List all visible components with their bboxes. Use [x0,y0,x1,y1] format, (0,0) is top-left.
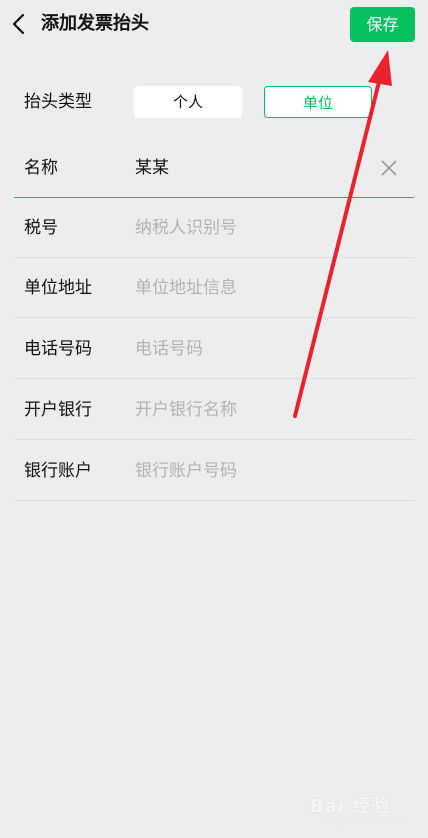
header-bar: 添加发票抬头 保存 [0,0,428,50]
watermark-text: Bai 经验 [310,796,391,817]
field-row-account[interactable]: 银行账户 银行账户号码 [14,441,414,501]
watermark-subtext: jingyan.baidu.com [324,816,408,826]
title-type-row: 抬头类型 个人 单位 [0,76,428,128]
field-divider [14,378,414,379]
name-input[interactable]: 某某 [135,156,169,180]
field-label-address: 单位地址 [24,278,92,298]
type-option-personal[interactable]: 个人 [134,86,242,118]
back-arrow-icon[interactable] [10,12,30,36]
field-label-account: 银行账户 [24,461,92,481]
field-divider [14,317,414,318]
page-title: 添加发票抬头 [41,13,149,34]
bank-input[interactable]: 开户银行名称 [135,398,237,422]
field-label-tax-id: 税号 [24,218,58,238]
field-divider [14,439,414,440]
save-button[interactable]: 保存 [350,7,415,42]
field-divider [14,500,414,501]
address-input[interactable]: 单位地址信息 [135,276,237,300]
phone-input[interactable]: 电话号码 [135,337,203,361]
field-row-address[interactable]: 单位地址 单位地址信息 [14,258,414,318]
field-label-name: 名称 [24,158,58,178]
account-input[interactable]: 银行账户号码 [135,459,237,483]
clear-icon[interactable] [378,157,400,179]
field-row-bank[interactable]: 开户银行 开户银行名称 [14,380,414,440]
field-row-tax-id[interactable]: 税号 纳税人识别号 [14,198,414,258]
field-row-phone[interactable]: 电话号码 电话号码 [14,319,414,379]
watermark-logo: Bai 经验 jingyan.baidu.com [310,792,410,832]
tax-id-input[interactable]: 纳税人识别号 [135,216,237,240]
field-label-bank: 开户银行 [24,400,92,420]
title-type-label: 抬头类型 [24,92,92,112]
field-label-phone: 电话号码 [24,339,92,359]
field-row-name[interactable]: 名称 某某 [14,138,414,198]
type-option-company[interactable]: 单位 [264,86,372,118]
